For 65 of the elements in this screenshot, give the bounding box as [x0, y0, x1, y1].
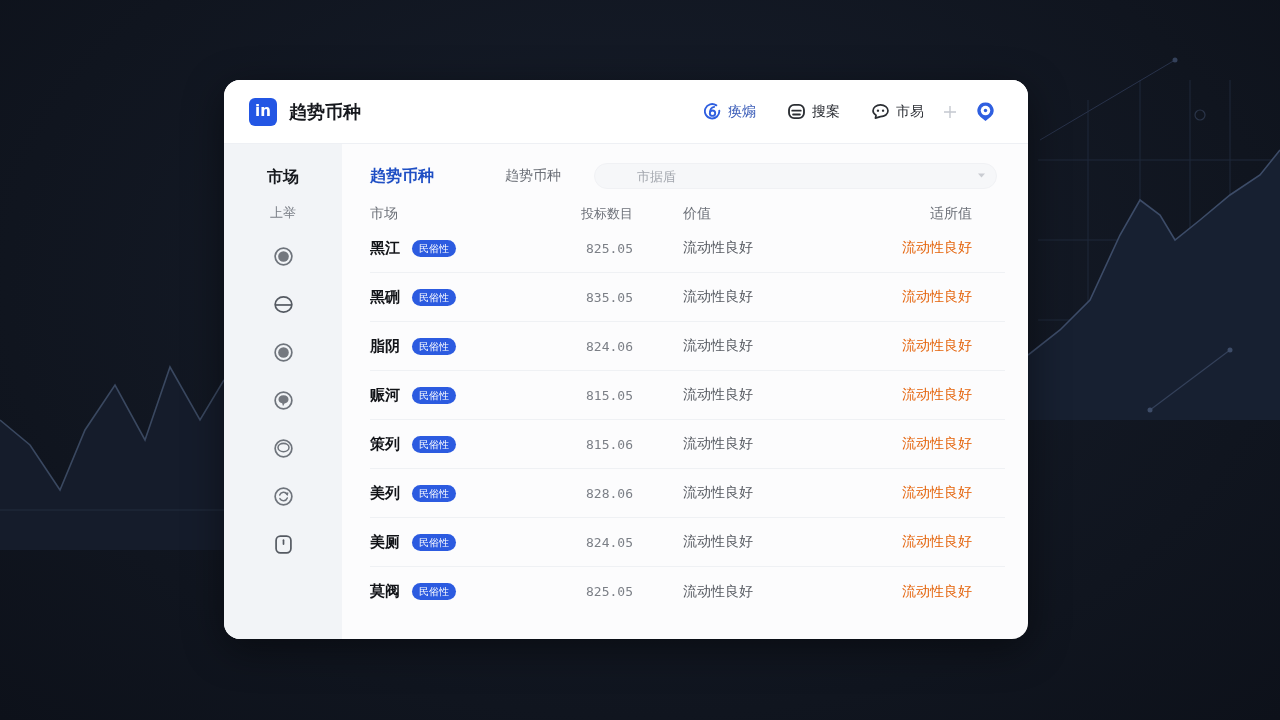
- status-text: 流动性良好: [902, 582, 972, 601]
- market-name: 赈河: [370, 385, 400, 405]
- amount-text: 825.05: [586, 584, 633, 599]
- tab[interactable]: 趋势币种: [505, 167, 561, 185]
- status-text: 流动性良好: [902, 435, 972, 453]
- tag-badge: 民俗性: [412, 288, 456, 306]
- amount-text: 835.05: [586, 289, 633, 305]
- value-text: 流动性良好: [683, 386, 753, 404]
- status-text: 流动性良好: [902, 239, 972, 257]
- nav-button[interactable]: 搜案: [788, 102, 840, 121]
- tag-badge: 民俗性: [412, 386, 456, 404]
- market-name: 莫阀: [370, 582, 400, 601]
- market-name: 美列: [370, 483, 400, 503]
- record-icon[interactable]: [273, 343, 293, 362]
- status-text: 流动性良好: [902, 288, 972, 306]
- tag-badge: 民俗性: [412, 337, 456, 355]
- column-header[interactable]: 适所值: [930, 204, 972, 223]
- tag-badge: 民俗性: [412, 435, 456, 453]
- value-text: 流动性良好: [683, 533, 753, 551]
- value-text: 流动性良好: [683, 582, 753, 601]
- refresh-icon[interactable]: [273, 487, 293, 506]
- mouse-icon[interactable]: [273, 535, 293, 554]
- tab[interactable]: 趋势币种: [370, 165, 434, 187]
- value-text: 流动性良好: [683, 337, 753, 355]
- amount-text: 815.05: [586, 387, 633, 403]
- status-text: 流动性良好: [902, 533, 972, 551]
- app-logo: in: [249, 97, 277, 126]
- tag-badge: 民俗性: [412, 533, 456, 551]
- market-name: 黑硎: [370, 287, 400, 307]
- record-icon[interactable]: [273, 247, 293, 266]
- sidebar-item[interactable]: 上举: [270, 203, 296, 223]
- value-text: 流动性良好: [683, 239, 753, 257]
- amount-text: 825.05: [586, 240, 633, 256]
- market-name: 黑江: [370, 238, 400, 258]
- tag-badge: 民俗性: [412, 239, 456, 257]
- app-title: 趋势币种: [289, 99, 361, 124]
- minus-circle-icon[interactable]: [273, 295, 293, 314]
- search-field[interactable]: 市据盾: [594, 163, 997, 189]
- amount-text: 824.05: [586, 534, 633, 550]
- ring-icon[interactable]: [273, 439, 293, 458]
- amount-text: 828.06: [586, 485, 633, 501]
- tag-badge: 民俗性: [412, 484, 456, 502]
- status-text: 流动性良好: [902, 484, 972, 502]
- market-name: 美厕: [370, 532, 400, 552]
- amount-text: 815.06: [586, 436, 633, 452]
- status-text: 流动性良好: [902, 337, 972, 355]
- tag-badge: 民俗性: [412, 583, 456, 600]
- chat-icon: [872, 103, 889, 120]
- value-text: 流动性良好: [683, 288, 753, 306]
- status-text: 流动性良好: [902, 386, 972, 404]
- value-text: 流动性良好: [683, 484, 753, 502]
- chat-bubble-icon[interactable]: [273, 391, 293, 410]
- nav-button[interactable]: 痪煽: [704, 102, 756, 121]
- square-lines-icon: [788, 103, 805, 120]
- market-name: 策列: [370, 434, 400, 454]
- spiral-icon: [704, 103, 721, 120]
- market-name: 脂阴: [370, 336, 400, 356]
- nav-button[interactable]: 市易: [872, 102, 924, 121]
- column-header[interactable]: 价值: [683, 204, 711, 223]
- column-header[interactable]: 市场: [370, 204, 398, 223]
- column-header[interactable]: 投标数目: [581, 204, 633, 223]
- sidebar-item[interactable]: 市场: [267, 165, 299, 189]
- map-pin-icon[interactable]: [976, 101, 995, 122]
- value-text: 流动性良好: [683, 435, 753, 453]
- amount-text: 824.06: [586, 338, 633, 354]
